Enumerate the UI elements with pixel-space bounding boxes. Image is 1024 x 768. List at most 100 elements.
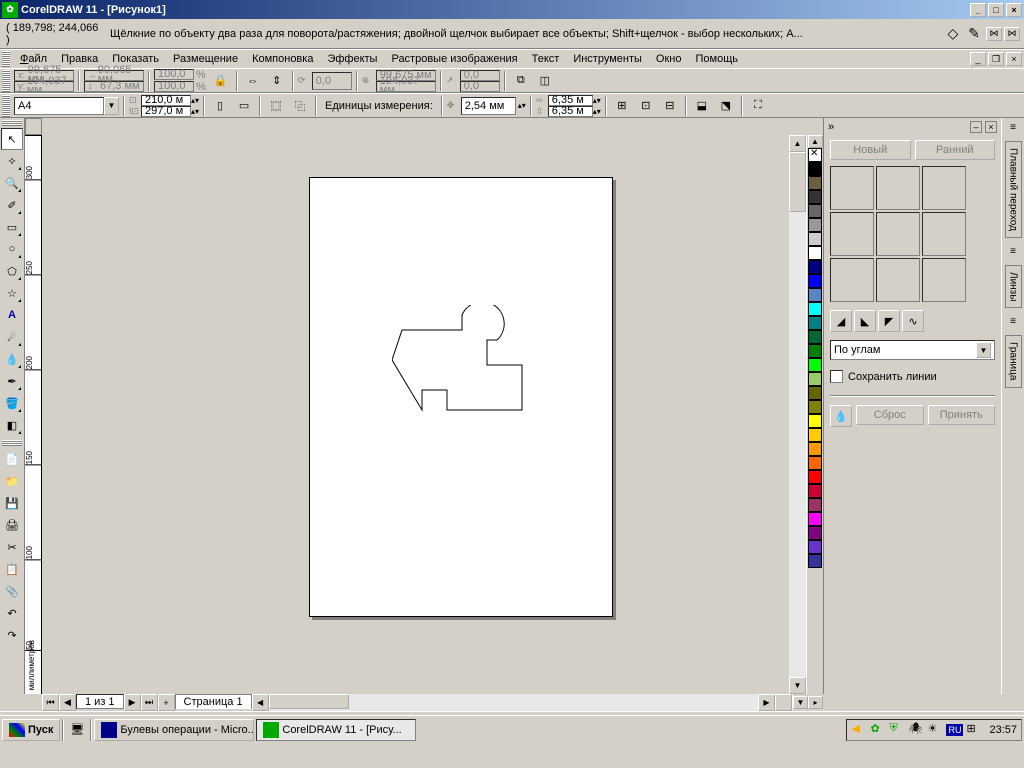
page-height[interactable]: 297,0 м xyxy=(145,107,183,116)
horizontal-scrollbar[interactable]: ◀ ▶ xyxy=(252,694,775,711)
freehand-tool[interactable]: ✐ xyxy=(1,194,23,216)
snap2-icon[interactable]: ⊡ xyxy=(635,95,657,117)
color-swatch[interactable] xyxy=(808,218,822,232)
color-swatch[interactable] xyxy=(808,344,822,358)
color-swatch[interactable] xyxy=(808,162,822,176)
menu-arrange[interactable]: Компоновка xyxy=(245,51,320,67)
reset-button[interactable]: Сброс xyxy=(856,405,924,425)
eyedropper-preset-icon[interactable]: 💧 xyxy=(830,405,852,427)
menu-text[interactable]: Текст xyxy=(525,51,567,67)
preset-cell[interactable] xyxy=(876,258,920,302)
rectangle-tool[interactable]: ▭ xyxy=(1,216,23,238)
maximize-button[interactable]: □ xyxy=(988,3,1004,17)
apply-button[interactable]: Принять xyxy=(928,405,996,425)
palette-expand-icon[interactable]: ▸ xyxy=(808,696,823,709)
aux-tool-2[interactable]: 📁 xyxy=(1,470,23,492)
preset-cell[interactable] xyxy=(830,166,874,210)
color-swatch[interactable] xyxy=(808,288,822,302)
docker-old-button[interactable]: Ранний xyxy=(915,140,996,160)
color-swatch[interactable] xyxy=(808,316,822,330)
mapping-mode-select[interactable]: По углам ▼ xyxy=(830,340,995,360)
interactive-blend-tool[interactable]: ☄ xyxy=(1,326,23,348)
taskbar-task-corel[interactable]: CorelDRAW 11 - [Рису... xyxy=(256,719,416,741)
grip-icon[interactable] xyxy=(2,51,10,67)
preset-cell[interactable] xyxy=(830,212,874,256)
docker-flyout-icon[interactable]: » xyxy=(828,121,834,133)
docker-collapse-icon[interactable]: ≡ xyxy=(1010,122,1016,133)
fill-tool[interactable]: 🪣 xyxy=(1,392,23,414)
menu-tools[interactable]: Инструменты xyxy=(566,51,649,67)
interactive-fill-tool[interactable]: ◧ xyxy=(1,414,23,436)
color-swatch[interactable] xyxy=(808,498,822,512)
preset-cell[interactable] xyxy=(922,212,966,256)
dropdown-arrow-icon[interactable]: ▼ xyxy=(976,342,991,358)
aux-tool-7[interactable]: 📎 xyxy=(1,580,23,602)
nudge-distance[interactable]: 2,54 мм xyxy=(465,100,505,112)
docker-tab-icon[interactable]: ≡ xyxy=(1010,316,1016,327)
color-swatch[interactable] xyxy=(808,232,822,246)
docker-new-button[interactable]: Новый xyxy=(830,140,911,160)
page-layout1-icon[interactable]: ⿴ xyxy=(265,95,287,117)
tray-icon[interactable]: ✿ xyxy=(870,722,886,738)
color-swatch[interactable] xyxy=(808,512,822,526)
palette-up-icon[interactable]: ▲ xyxy=(808,135,823,148)
preset-cell[interactable] xyxy=(922,166,966,210)
doc-minimize-button[interactable]: _ xyxy=(970,52,986,66)
text-tool[interactable]: A xyxy=(1,304,23,326)
color-swatch[interactable] xyxy=(808,470,822,484)
docker-tab-lens[interactable]: Линзы xyxy=(1005,265,1022,308)
ruler-origin[interactable] xyxy=(25,118,42,135)
docker-minimize-icon[interactable]: – xyxy=(970,121,982,133)
portrait-icon[interactable]: ▯ xyxy=(209,95,231,117)
color-swatch[interactable] xyxy=(808,442,822,456)
docker-tab-icon[interactable]: ≡ xyxy=(1010,246,1016,257)
opt1-icon[interactable]: ⬓ xyxy=(691,95,713,117)
dup-x[interactable]: 6,35 м xyxy=(552,96,584,105)
doc-restore-button[interactable]: ❐ xyxy=(988,52,1004,66)
color-swatch[interactable] xyxy=(808,414,822,428)
vertical-scrollbar[interactable]: ▲ ▼ xyxy=(789,135,806,694)
scrollbar-thumb[interactable] xyxy=(269,694,349,709)
menu-window[interactable]: Окно xyxy=(649,51,689,67)
color-swatch[interactable] xyxy=(808,260,822,274)
doc-bowtie1-icon[interactable]: ⋈ xyxy=(986,27,1002,41)
tray-icon[interactable]: 🕷 xyxy=(908,722,924,738)
tray-icon[interactable]: ⛨ xyxy=(889,722,905,738)
aux-tool-1[interactable]: 📄 xyxy=(1,448,23,470)
eyedropper-tool[interactable]: 💧 xyxy=(1,348,23,370)
grip-icon[interactable] xyxy=(2,70,10,92)
aux-tool-8[interactable]: ↶ xyxy=(1,602,23,624)
color-swatch[interactable] xyxy=(808,302,822,316)
menu-layout[interactable]: Размещение xyxy=(166,51,245,67)
scroll-down-icon[interactable]: ▼ xyxy=(789,677,806,694)
no-fill-swatch[interactable] xyxy=(808,148,822,162)
scroll-up-icon[interactable]: ▲ xyxy=(789,135,806,152)
preset-cell[interactable] xyxy=(876,166,920,210)
aux-tool-9[interactable]: ↷ xyxy=(1,624,23,646)
color-swatch[interactable] xyxy=(808,190,822,204)
dropdown-arrow-icon[interactable]: ▼ xyxy=(104,97,119,115)
mirror-h-icon[interactable]: ⇔ xyxy=(242,70,264,92)
opt3-icon[interactable]: ⛶ xyxy=(747,95,769,117)
prev-page-icon[interactable]: ◀ xyxy=(59,694,76,711)
landscape-icon[interactable]: ▭ xyxy=(233,95,255,117)
canvas[interactable] xyxy=(42,135,789,694)
dup-y[interactable]: 6,35 м xyxy=(552,107,584,116)
preset-cell[interactable] xyxy=(922,258,966,302)
color-swatch[interactable] xyxy=(808,554,822,568)
mirror-v-icon[interactable]: ⇕ xyxy=(266,70,288,92)
taskbar-task-word[interactable]: Булевы операции - Micro... xyxy=(94,719,254,741)
color-swatch[interactable] xyxy=(808,428,822,442)
snap3-icon[interactable]: ⊟ xyxy=(659,95,681,117)
opt2-icon[interactable]: ⬔ xyxy=(715,95,737,117)
next-page-icon[interactable]: ▶ xyxy=(124,694,141,711)
shape-tool[interactable]: ✧ xyxy=(1,150,23,172)
outline-tool[interactable]: ✒ xyxy=(1,370,23,392)
basic-shapes-tool[interactable]: ☆ xyxy=(1,282,23,304)
language-indicator[interactable]: RU xyxy=(946,724,963,736)
polygon-tool[interactable]: ⬠ xyxy=(1,260,23,282)
page-layout2-icon[interactable]: ⿻ xyxy=(289,95,311,117)
doc-bowtie2-icon[interactable]: ⋈ xyxy=(1004,27,1020,41)
aux-tool-6[interactable]: 📋 xyxy=(1,558,23,580)
grip-icon[interactable] xyxy=(2,120,22,126)
